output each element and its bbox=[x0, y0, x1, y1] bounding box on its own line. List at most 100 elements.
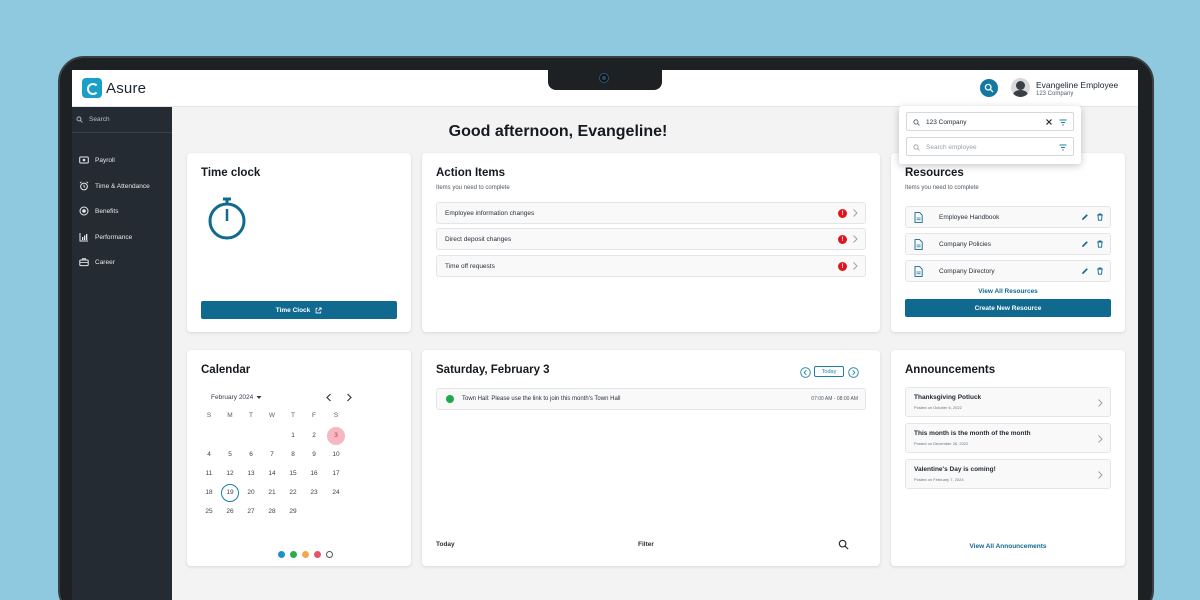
calendar-weekday: S bbox=[333, 412, 339, 419]
sidebar-item-payroll[interactable]: Payroll bbox=[72, 150, 172, 170]
next-day-icon[interactable] bbox=[848, 367, 859, 378]
search-icon[interactable] bbox=[838, 539, 849, 550]
calendar-day[interactable]: 27 bbox=[242, 503, 260, 521]
today-filter-label[interactable]: Today bbox=[436, 541, 455, 548]
previous-day-icon[interactable] bbox=[800, 367, 811, 378]
sidebar-item-benefits[interactable]: Benefits bbox=[72, 201, 172, 221]
calendar-day[interactable]: 1 bbox=[284, 427, 302, 445]
calendar-day[interactable]: 8 bbox=[284, 446, 302, 464]
calendar-day[interactable]: 11 bbox=[200, 465, 218, 483]
calendar-day[interactable]: 3 bbox=[327, 427, 345, 445]
event-title: Town Hall: Please use the link to join t… bbox=[462, 396, 621, 402]
trash-icon[interactable] bbox=[1096, 240, 1104, 248]
filter-button[interactable]: Filter bbox=[638, 541, 654, 548]
calendar-day[interactable]: 29 bbox=[284, 503, 302, 521]
time-clock-button[interactable]: Time Clock bbox=[201, 301, 397, 319]
global-search-button[interactable] bbox=[980, 79, 998, 97]
greeting-heading: Good afternoon, Evangeline! bbox=[448, 123, 668, 140]
calendar-weekday: T bbox=[291, 412, 295, 419]
app-screen: Asure Evangeline Employee 123 Company Se… bbox=[72, 70, 1138, 600]
calendar-day[interactable]: 21 bbox=[263, 484, 281, 502]
close-icon[interactable] bbox=[1045, 118, 1053, 126]
calendar-day[interactable]: 22 bbox=[284, 484, 302, 502]
calendar-day[interactable]: 15 bbox=[284, 465, 302, 483]
company-field[interactable]: 123 Company bbox=[906, 112, 1074, 131]
calendar-day[interactable]: 28 bbox=[263, 503, 281, 521]
trash-icon[interactable] bbox=[1096, 213, 1104, 221]
resource-row[interactable]: Employee Handbook bbox=[905, 206, 1111, 228]
chevron-right-icon[interactable] bbox=[345, 393, 353, 402]
sidebar-item-time-attendance[interactable]: Time & Attendance bbox=[72, 176, 172, 196]
card-subtitle: Items you need to complete bbox=[436, 185, 510, 191]
sidebar-search[interactable]: Search bbox=[72, 107, 172, 133]
calendar-day[interactable]: 7 bbox=[263, 446, 281, 464]
action-item-row[interactable]: Employee information changes ! bbox=[436, 202, 866, 224]
calendar-weekday: T bbox=[249, 412, 253, 419]
card-subtitle: Items you need to complete bbox=[905, 185, 979, 191]
calendar-day[interactable]: 9 bbox=[305, 446, 323, 464]
event-row[interactable]: Town Hall: Please use the link to join t… bbox=[436, 388, 866, 410]
calendar-day[interactable]: 2 bbox=[305, 427, 323, 445]
calendar-day[interactable]: 17 bbox=[327, 465, 345, 483]
announcement-row[interactable]: This month is the month of the month Pos… bbox=[905, 423, 1111, 453]
calendar-weekday: F bbox=[312, 412, 316, 419]
pencil-icon[interactable] bbox=[1081, 267, 1089, 275]
employee-search-placeholder: Search employee bbox=[926, 144, 977, 151]
calendar-day[interactable]: 6 bbox=[242, 446, 260, 464]
sidebar-item-career[interactable]: Career bbox=[72, 252, 172, 272]
filter-icon[interactable] bbox=[1059, 119, 1067, 126]
calendar-day[interactable]: 14 bbox=[263, 465, 281, 483]
chevron-right-icon bbox=[853, 235, 858, 243]
camera-icon bbox=[599, 73, 609, 83]
calendar-day[interactable]: 13 bbox=[242, 465, 260, 483]
calendar-day[interactable]: 10 bbox=[327, 446, 345, 464]
resource-row[interactable]: Company Directory bbox=[905, 260, 1111, 282]
announcement-row[interactable]: Thanksgiving Potluck Posted on October 6… bbox=[905, 387, 1111, 417]
calendar-day[interactable]: 12 bbox=[221, 465, 239, 483]
calendar-day[interactable]: 19 bbox=[221, 484, 239, 502]
chevron-right-icon bbox=[1098, 435, 1103, 443]
filter-icon[interactable] bbox=[1059, 144, 1067, 151]
calendar-day[interactable]: 25 bbox=[200, 503, 218, 521]
calendar-day[interactable]: 16 bbox=[305, 465, 323, 483]
user-avatar[interactable] bbox=[1011, 78, 1030, 97]
calendar-weekday: M bbox=[227, 412, 233, 419]
view-all-resources-link[interactable]: View All Resources bbox=[891, 288, 1125, 295]
benefits-icon bbox=[79, 206, 89, 216]
calendar-day[interactable]: 18 bbox=[200, 484, 218, 502]
calendar-day[interactable]: 4 bbox=[200, 446, 218, 464]
briefcase-icon bbox=[79, 258, 89, 267]
calendar-day[interactable]: 20 bbox=[242, 484, 260, 502]
resource-label: Employee Handbook bbox=[939, 214, 1000, 221]
today-button[interactable]: Today bbox=[814, 366, 844, 377]
calendar-day[interactable]: 26 bbox=[221, 503, 239, 521]
calendar-month-label: February 2024 bbox=[211, 394, 254, 401]
action-item-row[interactable]: Direct deposit changes ! bbox=[436, 228, 866, 250]
company-value: 123 Company bbox=[926, 119, 967, 126]
create-new-resource-button[interactable]: Create New Resource bbox=[905, 299, 1111, 317]
sidebar-item-label: Performance bbox=[95, 233, 133, 241]
calendar-day[interactable]: 23 bbox=[305, 484, 323, 502]
chevron-right-icon bbox=[1098, 399, 1103, 407]
search-icon bbox=[76, 116, 83, 123]
sidebar-item-performance[interactable]: Performance bbox=[72, 227, 172, 247]
calendar-day[interactable]: 5 bbox=[221, 446, 239, 464]
employee-search-field[interactable]: Search employee bbox=[906, 137, 1074, 156]
camera-notch bbox=[548, 70, 662, 90]
announcement-row[interactable]: Valentine's Day is coming! Posted on Feb… bbox=[905, 459, 1111, 489]
calendar-month-selector[interactable]: February 2024 bbox=[211, 394, 262, 401]
pencil-icon[interactable] bbox=[1081, 213, 1089, 221]
chevron-left-icon[interactable] bbox=[325, 393, 333, 402]
announcement-title: Thanksgiving Potluck bbox=[914, 394, 982, 401]
resource-row[interactable]: Company Policies bbox=[905, 233, 1111, 255]
user-name[interactable]: Evangeline Employee bbox=[1036, 80, 1118, 90]
pencil-icon[interactable] bbox=[1081, 240, 1089, 248]
sidebar-item-label: Payroll bbox=[95, 156, 115, 164]
sidebar-search-placeholder: Search bbox=[89, 116, 110, 123]
calendar-day[interactable]: 24 bbox=[327, 484, 345, 502]
app-logo[interactable]: Asure bbox=[82, 78, 146, 98]
trash-icon[interactable] bbox=[1096, 267, 1104, 275]
caret-down-icon bbox=[256, 396, 262, 399]
view-all-announcements-link[interactable]: View All Announcements bbox=[891, 543, 1125, 550]
action-item-row[interactable]: Time off requests ! bbox=[436, 255, 866, 277]
